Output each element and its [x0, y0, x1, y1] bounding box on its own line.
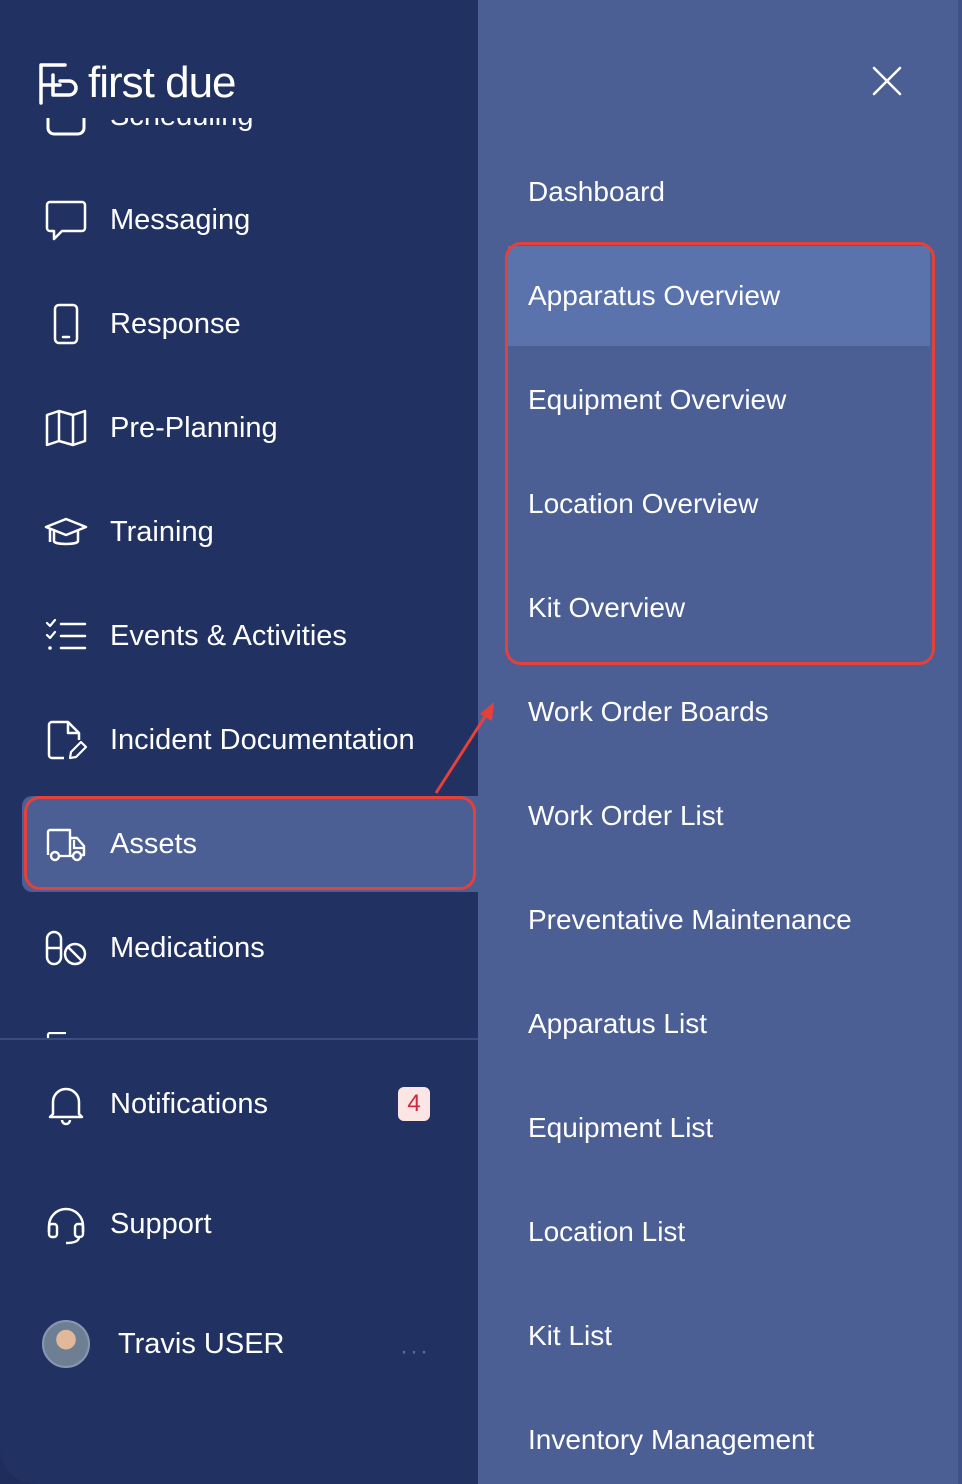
nav-item-label: Training	[110, 515, 214, 548]
nav-item-label: Notifications	[110, 1087, 268, 1120]
submenu-item-kit-overview[interactable]: Kit Overview	[508, 558, 930, 658]
checklist-icon	[42, 612, 90, 660]
close-icon	[872, 66, 902, 96]
submenu-item-preventative-maintenance[interactable]: Preventative Maintenance	[508, 870, 930, 970]
submenu-item-label: Dashboard	[528, 176, 665, 207]
submenu-item-label: Kit Overview	[528, 592, 686, 623]
submenu-item-apparatus-list[interactable]: Apparatus List	[508, 974, 930, 1074]
nav-item-label: Scheduling	[110, 118, 254, 133]
nav-item-support[interactable]: Support	[22, 1176, 478, 1272]
nav-item-assets[interactable]: Assets	[22, 796, 478, 892]
nav-item-label: Pre-Planning	[110, 411, 278, 444]
submenu-item-label: Inventory Management	[528, 1424, 815, 1455]
nav-item-label: Messaging	[110, 203, 251, 236]
nav-item-label: Medications	[110, 931, 265, 964]
avatar	[42, 1320, 90, 1368]
truck-icon	[42, 820, 90, 868]
calendar-icon	[46, 118, 86, 136]
submenu-item-label: Apparatus List	[528, 1008, 707, 1039]
nav-item-label: Response	[110, 307, 241, 340]
annotation-arrow-icon	[434, 702, 494, 794]
map-icon	[42, 404, 90, 452]
panel-edge	[958, 0, 962, 1484]
bell-icon	[42, 1080, 90, 1128]
nav-item-label: Assets	[110, 827, 198, 860]
nav-item-label: Support	[110, 1207, 212, 1240]
graduation-cap-icon	[42, 508, 90, 556]
nav-item-training[interactable]: Training	[22, 484, 478, 580]
submenu-item-label: Work Order Boards	[528, 696, 769, 727]
submenu-item-label: Location Overview	[528, 488, 759, 519]
nav-item-messaging[interactable]: Messaging	[22, 172, 478, 268]
pills-icon	[42, 924, 90, 972]
submenu-item-equipment-overview[interactable]: Equipment Overview	[508, 350, 930, 450]
close-button[interactable]	[862, 56, 912, 106]
first-due-logo-icon	[39, 63, 78, 105]
nav-item-label: Incident Documentation	[110, 723, 415, 756]
submenu-item-kit-list[interactable]: Kit List	[508, 1286, 930, 1386]
nav-item-pre-planning[interactable]: Pre-Planning	[22, 380, 478, 476]
submenu-item-equipment-list[interactable]: Equipment List	[508, 1078, 930, 1178]
avatar-wrapper	[42, 1320, 90, 1368]
submenu-item-apparatus-overview[interactable]: Apparatus Overview	[508, 246, 930, 346]
submenu-item-label: Kit List	[528, 1320, 613, 1351]
nav-item-response[interactable]: Response	[22, 276, 478, 372]
submenu-item-label: Apparatus Overview	[528, 280, 781, 311]
nav-item-label: Events & Activities	[110, 619, 347, 652]
chat-bubble-icon	[42, 196, 90, 244]
nav-item-scheduling-partial[interactable]: Scheduling	[46, 118, 266, 136]
submenu-item-label: Equipment Overview	[528, 384, 787, 415]
submenu-item-label: Work Order List	[528, 800, 724, 831]
document-edit-icon	[42, 716, 90, 764]
submenu-item-work-order-list[interactable]: Work Order List	[508, 766, 930, 866]
headset-icon	[42, 1200, 90, 1248]
submenu-item-location-overview[interactable]: Location Overview	[508, 454, 930, 554]
mobile-phone-icon	[42, 300, 90, 348]
submenu-item-location-list[interactable]: Location List	[508, 1182, 930, 1282]
submenu-item-label: Equipment List	[528, 1112, 714, 1143]
main-sidebar: first due Scheduling Messaging Response …	[0, 0, 478, 1484]
sidebar-divider	[0, 1038, 478, 1040]
nav-item-events-activities[interactable]: Events & Activities	[22, 588, 478, 684]
more-options-icon[interactable]: ···	[400, 1338, 430, 1366]
nav-item-incident-documentation[interactable]: Incident Documentation	[22, 692, 478, 788]
submenu-item-work-order-boards[interactable]: Work Order Boards	[508, 662, 930, 762]
brand-logo[interactable]: first due	[38, 58, 237, 108]
submenu-item-inventory-management[interactable]: Inventory Management	[508, 1390, 930, 1484]
submenu-item-label: Preventative Maintenance	[528, 904, 852, 935]
brand-name: first due	[88, 58, 237, 107]
submenu-item-label: Location List	[528, 1216, 686, 1247]
nav-item-medications[interactable]: Medications	[22, 900, 478, 996]
submenu-item-dashboard[interactable]: Dashboard	[508, 142, 930, 242]
notification-count-badge: 4	[398, 1087, 430, 1121]
user-name: Travis USER	[118, 1327, 285, 1360]
